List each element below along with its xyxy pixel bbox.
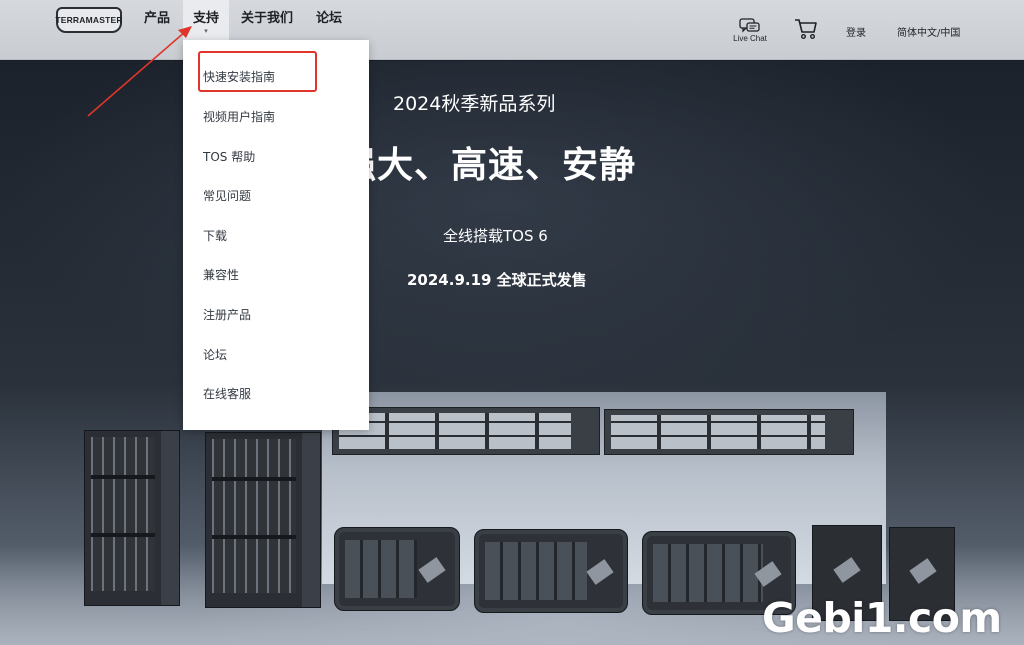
- terramaster-logo[interactable]: TERRAMASTER: [55, 7, 122, 33]
- login-link[interactable]: 登录: [846, 24, 866, 39]
- chevron-down-icon: ▾: [204, 27, 208, 35]
- desktop-nas-4bay: [334, 527, 460, 611]
- menu-item-register-product[interactable]: 注册产品: [203, 306, 251, 323]
- desktop-nas-6bay: [474, 529, 628, 613]
- menu-item-tos-help[interactable]: TOS 帮助: [203, 148, 255, 165]
- rack-nas-1: [332, 407, 600, 455]
- menu-item-online-service[interactable]: 在线客服: [203, 385, 251, 402]
- nav-support[interactable]: 支持 ▾: [183, 0, 229, 40]
- nav-products[interactable]: 产品: [134, 0, 180, 40]
- menu-item-compatibility[interactable]: 兼容性: [203, 266, 239, 283]
- nav-support-label: 支持: [193, 11, 220, 26]
- hero-tos-line: 全线搭载TOS 6: [443, 227, 548, 245]
- top-navigation: TERRAMASTER 产品 支持 ▾ 关于我们 论坛 Live Chat 登录…: [0, 0, 1024, 60]
- menu-item-video-guide[interactable]: 视频用户指南: [203, 108, 275, 125]
- tower-nas-2: [205, 432, 321, 608]
- menu-item-quick-install-guide[interactable]: 快速安装指南: [203, 68, 275, 85]
- menu-item-download[interactable]: 下载: [203, 227, 227, 244]
- hero-headline: 强大、高速、安静: [340, 145, 637, 186]
- language-selector[interactable]: 简体中文/中国: [897, 24, 960, 39]
- menu-item-forum[interactable]: 论坛: [203, 346, 227, 363]
- support-dropdown-menu: 快速安装指南 视频用户指南 TOS 帮助 常见问题 下载 兼容性 注册产品 论坛…: [183, 40, 369, 430]
- rack-nas-2: [604, 409, 854, 455]
- menu-item-faq[interactable]: 常见问题: [203, 187, 251, 204]
- nav-about[interactable]: 关于我们: [231, 0, 303, 40]
- hero-release-date: 2024.9.19 全球正式发售: [407, 271, 587, 289]
- livechat-button[interactable]: Live Chat: [730, 18, 770, 43]
- hero-subtitle: 2024秋季新品系列: [393, 93, 556, 115]
- tower-nas-1: [84, 430, 180, 606]
- chat-bubble-icon: [739, 18, 760, 33]
- cart-button[interactable]: [794, 18, 818, 43]
- livechat-label: Live Chat: [733, 34, 767, 43]
- shopping-cart-icon: [795, 19, 817, 40]
- watermark-text: Gebi1.com: [762, 594, 1002, 642]
- nav-forum[interactable]: 论坛: [306, 0, 352, 40]
